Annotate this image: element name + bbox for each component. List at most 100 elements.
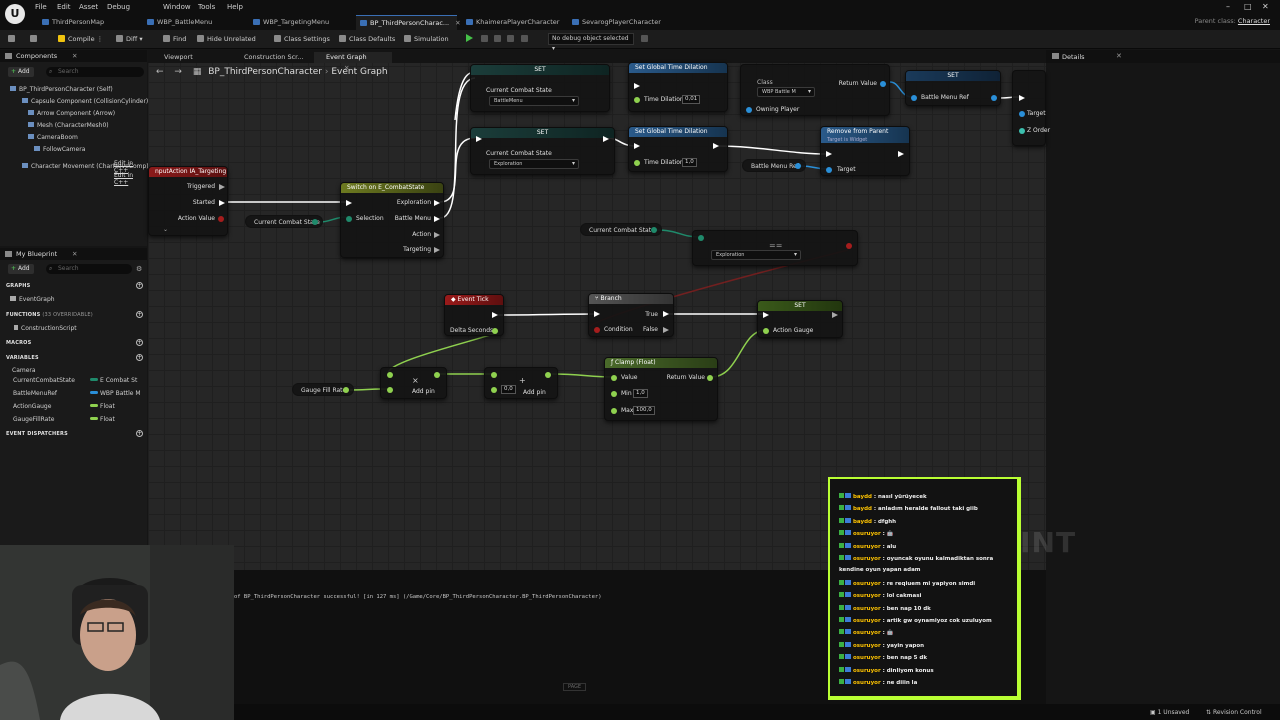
graph-item-eventgraph[interactable]: EventGraph xyxy=(10,296,55,303)
time-dilation-input[interactable]: 1,0 xyxy=(682,158,697,167)
bool-pin[interactable] xyxy=(846,243,852,249)
maximize-icon[interactable]: □ xyxy=(1244,2,1252,11)
exec-pin[interactable] xyxy=(219,200,225,206)
step-icon[interactable] xyxy=(481,35,488,42)
float-pin[interactable] xyxy=(611,408,617,414)
node-add-to-viewport[interactable]: Target Z Order xyxy=(1012,70,1050,146)
float-pin[interactable] xyxy=(611,375,617,381)
add-variable-icon[interactable]: + xyxy=(136,354,143,361)
simulation-button[interactable]: Simulation xyxy=(404,34,449,45)
exec-pin[interactable] xyxy=(898,151,904,157)
close-panel-icon[interactable]: ✕ xyxy=(72,50,77,62)
gear-icon[interactable]: ⚙ xyxy=(136,265,142,273)
bool-pin[interactable] xyxy=(594,327,600,333)
node-equal-enum[interactable]: == Exploration xyxy=(692,230,858,266)
exec-pin[interactable] xyxy=(594,311,600,317)
float-pin[interactable] xyxy=(387,372,393,378)
find-button[interactable]: Find xyxy=(163,34,186,45)
node-clamp-float[interactable]: ƒ Clamp (Float) Value Return Value Min 1… xyxy=(604,357,718,421)
int-pin[interactable] xyxy=(1019,128,1025,134)
parent-class-link[interactable]: Character xyxy=(1238,17,1270,25)
section-graphs[interactable]: GRAPHS xyxy=(6,283,30,289)
diff-button[interactable]: Diff ▾ xyxy=(116,34,143,45)
minimize-icon[interactable]: – xyxy=(1226,2,1230,11)
unreal-logo-icon[interactable]: U xyxy=(5,4,25,24)
component-cameraboom[interactable]: CameraBoom xyxy=(28,134,78,141)
breadcrumb-current[interactable]: Event Graph xyxy=(331,67,387,77)
section-macros[interactable]: MACROS xyxy=(6,340,31,346)
close-panel-icon[interactable]: ✕ xyxy=(72,248,77,260)
exec-pin[interactable] xyxy=(763,312,769,318)
add-input[interactable]: 0,0 xyxy=(501,385,516,394)
add-pin-label[interactable]: Add pin xyxy=(412,388,435,395)
node-create-widget[interactable]: Class WBP Battle M Owning Player Return … xyxy=(740,64,890,116)
section-variables[interactable]: VARIABLES xyxy=(6,355,39,361)
exec-pin[interactable] xyxy=(603,136,609,142)
node-switch-combat-state[interactable]: Switch on E_CombatState Selection Explor… xyxy=(340,182,444,258)
object-pin[interactable] xyxy=(991,95,997,101)
menu-file[interactable]: File xyxy=(35,3,47,11)
float-pin[interactable] xyxy=(707,375,713,381)
exec-pin[interactable] xyxy=(1019,95,1025,101)
breadcrumb-root[interactable]: BP_ThirdPersonCharacter xyxy=(208,67,322,77)
add-pin-label[interactable]: Add pin xyxy=(523,389,546,396)
enum-pin[interactable] xyxy=(651,227,657,233)
section-functions[interactable]: FUNCTIONS (33 OVERRIDABLE) xyxy=(6,312,93,318)
variable-category-camera[interactable]: Camera xyxy=(12,367,36,374)
exec-pin[interactable] xyxy=(492,312,498,318)
node-get-gauge-fill-rate[interactable]: Gauge Fill Rate xyxy=(292,383,354,396)
edit-in-cpp-link[interactable]: Edit in C++ xyxy=(114,172,147,186)
forward-arrow-icon[interactable]: → xyxy=(174,67,182,77)
object-pin[interactable] xyxy=(795,163,801,169)
node-set-combat-state-exploration[interactable]: SET Current Combat State Exploration xyxy=(470,127,615,175)
node-event-tick[interactable]: ◆ Event Tick Delta Seconds xyxy=(444,294,504,336)
close-tab-icon[interactable]: ✕ xyxy=(455,19,460,27)
float-pin[interactable] xyxy=(545,372,551,378)
tab-wbp-targetingmenu[interactable]: WBP_TargetingMenu xyxy=(249,15,349,30)
section-event-dispatchers[interactable]: EVENT DISPATCHERS xyxy=(6,431,68,437)
enum-pin[interactable] xyxy=(698,235,704,241)
exec-pin[interactable] xyxy=(434,232,440,238)
tab-wbp-battlemenu[interactable]: WBP_BattleMenu xyxy=(143,15,243,30)
float-pin[interactable] xyxy=(611,391,617,397)
clamp-min-input[interactable]: 1,0 xyxy=(633,389,648,398)
float-pin[interactable] xyxy=(343,387,349,393)
combat-state-dropdown[interactable]: Exploration xyxy=(489,159,579,169)
time-dilation-input[interactable]: 0,01 xyxy=(682,95,701,104)
enum-pin[interactable] xyxy=(346,216,352,222)
menu-asset[interactable]: Asset xyxy=(79,3,98,11)
node-branch[interactable]: ⑂ Branch Condition True False xyxy=(588,293,674,337)
unsaved-indicator[interactable]: ▣ 1 Unsaved xyxy=(1150,709,1189,716)
add-component-button[interactable]: Add xyxy=(8,67,34,77)
bool-pin[interactable] xyxy=(218,216,224,222)
node-get-current-combat-state-2[interactable]: Current Combat State xyxy=(580,223,662,236)
object-pin[interactable] xyxy=(826,167,832,173)
node-set-time-dilation-mid[interactable]: Set Global Time Dilation Time Dilation 1… xyxy=(628,126,728,172)
pause-icon[interactable] xyxy=(494,35,501,42)
clamp-max-input[interactable]: 100,0 xyxy=(633,406,655,415)
component-mesh[interactable]: Mesh (CharacterMesh0) xyxy=(28,122,109,129)
node-set-action-gauge[interactable]: SET Action Gauge xyxy=(757,300,843,338)
node-get-current-combat-state[interactable]: Current Combat State xyxy=(245,215,323,228)
close-panel-icon[interactable]: ✕ xyxy=(1116,52,1122,60)
node-set-battle-menu-ref[interactable]: SET Battle Menu Ref xyxy=(905,70,1001,106)
browse-icon[interactable] xyxy=(30,34,40,45)
compile-button[interactable]: Compile ⋮ xyxy=(58,34,103,45)
combat-state-dropdown[interactable]: BattleMenu xyxy=(489,96,579,106)
tab-sevarog[interactable]: SevarogPlayerCharacter xyxy=(568,15,668,30)
component-followcamera[interactable]: FollowCamera xyxy=(34,146,85,153)
back-arrow-icon[interactable]: ← xyxy=(156,67,164,77)
object-pin[interactable] xyxy=(911,95,917,101)
enum-value-dropdown[interactable]: Exploration xyxy=(711,250,801,260)
component-self[interactable]: BP_ThirdPersonCharacter (Self) xyxy=(10,86,113,93)
menu-debug[interactable]: Debug xyxy=(107,3,130,11)
function-item-constructionscript[interactable]: ConstructionScript xyxy=(14,325,77,332)
tab-thirdpersonmap[interactable]: ThirdPersonMap xyxy=(38,15,130,30)
float-pin[interactable] xyxy=(492,328,498,334)
node-input-action[interactable]: nputAction IA_Targeting Triggered Starte… xyxy=(148,166,228,236)
exec-pin[interactable] xyxy=(713,143,719,149)
float-pin[interactable] xyxy=(491,372,497,378)
object-pin[interactable] xyxy=(746,107,752,113)
tab-construction-script[interactable]: Construction Scr... xyxy=(232,52,308,63)
stop-icon[interactable] xyxy=(521,35,528,42)
